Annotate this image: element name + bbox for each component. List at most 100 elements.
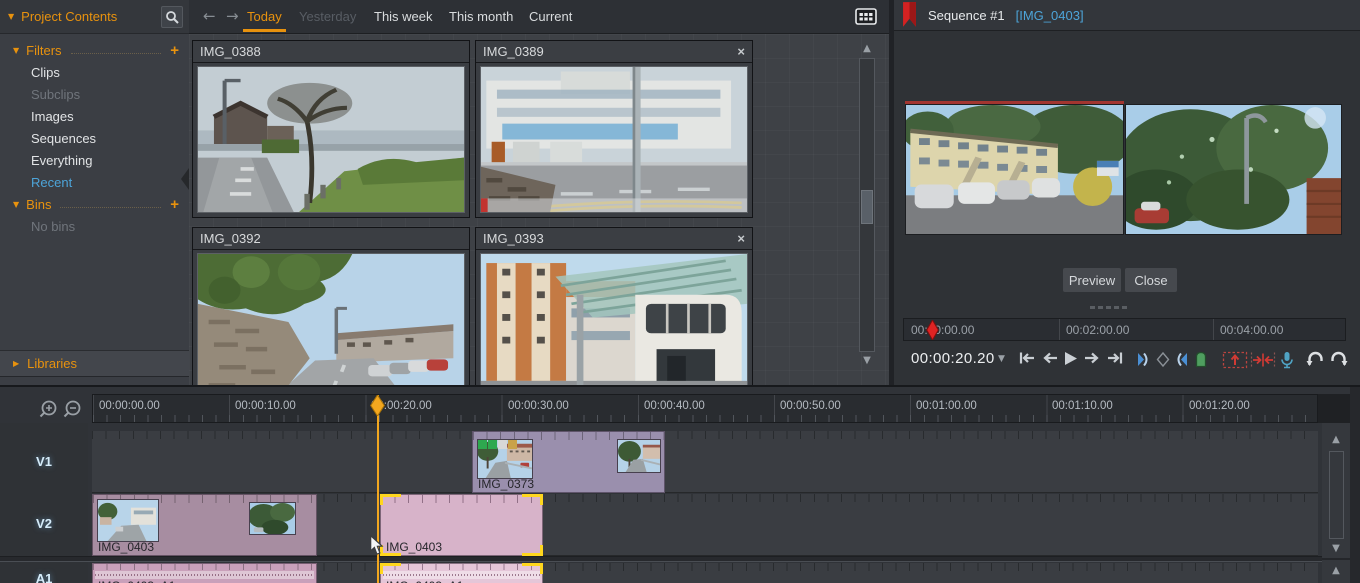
trim-bracket[interactable] bbox=[380, 494, 401, 505]
trim-bracket[interactable] bbox=[522, 545, 543, 556]
add-filter-icon[interactable]: + bbox=[170, 43, 179, 58]
trim-bracket[interactable] bbox=[380, 563, 401, 574]
trim-bracket[interactable] bbox=[522, 494, 543, 505]
sequence-subtitle[interactable]: [IMG_0403] bbox=[1016, 8, 1084, 23]
timeline-ruler[interactable]: 00:00:00.00 00:00:10.00 00:00:20.00 00:0… bbox=[92, 394, 1318, 423]
search-button[interactable] bbox=[161, 6, 183, 28]
item-label: Images bbox=[31, 109, 74, 124]
ruler-label: 00:01:10.00 bbox=[1052, 400, 1113, 412]
timeline-clip-img-0373[interactable]: IMG_0373 bbox=[472, 431, 665, 493]
sidebar-item-recent[interactable]: Recent bbox=[0, 171, 189, 193]
tab-yesterday[interactable]: Yesterday bbox=[299, 0, 356, 34]
mark-in-button[interactable] bbox=[1134, 351, 1151, 368]
preview-button[interactable]: Preview bbox=[1063, 268, 1121, 292]
nav-back-icon[interactable]: ← bbox=[203, 0, 216, 34]
sidebar-item-images[interactable]: Images bbox=[0, 105, 189, 127]
play-button[interactable] bbox=[1063, 351, 1078, 366]
sidebar-item-everything[interactable]: Everything bbox=[0, 149, 189, 171]
clip-tile-img-0393[interactable]: IMG_0393 × bbox=[475, 227, 753, 385]
remove-section-button[interactable] bbox=[1222, 351, 1248, 369]
cue-marker-button[interactable] bbox=[1194, 351, 1208, 368]
redo-button[interactable] bbox=[1329, 351, 1348, 367]
track-label-a1[interactable]: A1 bbox=[0, 571, 88, 583]
preview-frame-left[interactable] bbox=[905, 104, 1124, 235]
tab-this-month[interactable]: This month bbox=[449, 0, 513, 34]
track-label-v1[interactable]: V1 bbox=[0, 454, 88, 469]
timebar-divider bbox=[1059, 319, 1060, 340]
monitor-timebar[interactable]: 00:00:00.00 00:02:00.00 00:04:00.00 bbox=[903, 318, 1346, 341]
mark-point-button[interactable] bbox=[1155, 351, 1171, 368]
timeline-audio-clip-img-0403-a1-selected[interactable]: IMG_0403_A1 bbox=[380, 563, 543, 583]
preview-frame-right[interactable] bbox=[1125, 104, 1342, 235]
scroll-up-icon[interactable]: ▲ bbox=[1324, 564, 1348, 578]
libraries-section-header[interactable]: ▶ Libraries bbox=[0, 350, 189, 377]
clip-thumbnail bbox=[197, 253, 465, 385]
step-forward-button[interactable] bbox=[1083, 351, 1100, 365]
mark-out-button[interactable] bbox=[1174, 351, 1191, 368]
project-contents-panel: ▼ Project Contents ▼ Filters + Clips Sub… bbox=[0, 0, 189, 385]
clip-name: IMG_0388 bbox=[200, 44, 261, 59]
playhead-marker-icon[interactable] bbox=[370, 395, 385, 416]
scroll-down-icon[interactable]: ▼ bbox=[1324, 542, 1348, 556]
microphone-button[interactable] bbox=[1279, 351, 1295, 370]
track-divider bbox=[0, 556, 1350, 562]
close-gap-button[interactable] bbox=[1250, 351, 1276, 369]
clip-frame-thumbnail bbox=[617, 439, 661, 473]
scroll-down-icon[interactable]: ▼ bbox=[856, 354, 878, 368]
undo-button[interactable] bbox=[1306, 351, 1325, 367]
sidebar-item-sequences[interactable]: Sequences bbox=[0, 127, 189, 149]
bins-section-header[interactable]: ▼ Bins + bbox=[0, 193, 189, 215]
close-icon[interactable]: × bbox=[737, 45, 745, 58]
step-back-button[interactable] bbox=[1042, 351, 1059, 365]
collapsed-triangle-icon[interactable]: ▶ bbox=[13, 359, 19, 368]
scrollbar-thumb[interactable] bbox=[861, 190, 873, 224]
panel-collapse-handle[interactable] bbox=[181, 168, 189, 190]
timecode-dropdown-icon[interactable]: ▼ bbox=[998, 354, 1005, 364]
clip-label: IMG_0373 bbox=[478, 477, 534, 491]
scroll-up-icon[interactable]: ▲ bbox=[1324, 433, 1348, 447]
clip-thumbnail bbox=[480, 66, 748, 213]
expand-triangle-icon[interactable]: ▼ bbox=[13, 46, 19, 55]
clip-frame-thumbnail bbox=[249, 502, 296, 535]
trim-bracket[interactable] bbox=[522, 563, 543, 574]
zoom-in-icon[interactable] bbox=[38, 399, 58, 419]
audio-waveform bbox=[95, 571, 314, 579]
track-label-v2[interactable]: V2 bbox=[0, 516, 88, 531]
timeline-audio-clip-img-0403-a1[interactable]: IMG_0403_A1 bbox=[92, 563, 317, 583]
monitor-header: Sequence #1 [IMG_0403] bbox=[894, 0, 1360, 31]
panel-resize-handle[interactable] bbox=[1090, 306, 1127, 309]
scrollbar-thumb[interactable] bbox=[1329, 451, 1344, 539]
tab-today[interactable]: Today bbox=[247, 0, 282, 34]
clip-tile-img-0388[interactable]: IMG_0388 bbox=[192, 40, 470, 218]
clip-name: IMG_0392 bbox=[200, 231, 261, 246]
expand-triangle-icon[interactable]: ▼ bbox=[8, 12, 14, 21]
filters-section-header[interactable]: ▼ Filters + bbox=[0, 39, 189, 61]
track-lane-v1[interactable] bbox=[92, 431, 1318, 493]
clip-tile-img-0389[interactable]: IMG_0389 × bbox=[475, 40, 753, 218]
tab-current[interactable]: Current bbox=[529, 0, 572, 34]
goto-start-button[interactable] bbox=[1018, 351, 1037, 365]
close-button[interactable]: Close bbox=[1125, 268, 1177, 292]
timeline-clip-img-0403-selected[interactable]: IMG_0403 bbox=[380, 494, 543, 556]
expand-triangle-icon[interactable]: ▼ bbox=[13, 200, 19, 209]
mouse-cursor bbox=[369, 535, 384, 556]
clip-tile-img-0392[interactable]: IMG_0392 bbox=[192, 227, 470, 385]
zoom-out-icon[interactable] bbox=[62, 399, 82, 419]
timeline-clip-img-0403[interactable]: IMG_0403 bbox=[92, 494, 317, 556]
panel-title: Project Contents bbox=[21, 9, 154, 24]
clip-name: IMG_0393 bbox=[483, 231, 544, 246]
sidebar-item-clips[interactable]: Clips bbox=[0, 61, 189, 83]
nav-forward-icon[interactable]: → bbox=[226, 0, 239, 34]
sequence-bookmark-icon bbox=[902, 2, 917, 28]
clip-label: IMG_0403_A1 bbox=[98, 579, 175, 583]
close-icon[interactable]: × bbox=[737, 232, 745, 245]
current-timecode[interactable]: 00:00:20.20 bbox=[911, 350, 995, 367]
tile-view-icon[interactable] bbox=[855, 8, 877, 25]
sidebar-item-subclips[interactable]: Subclips bbox=[0, 83, 189, 105]
tab-this-week[interactable]: This week bbox=[374, 0, 433, 34]
add-bin-icon[interactable]: + bbox=[170, 197, 179, 212]
scroll-up-icon[interactable]: ▲ bbox=[856, 42, 878, 56]
position-marker-icon[interactable] bbox=[926, 320, 939, 340]
clip-frame-thumbnail bbox=[97, 499, 159, 542]
goto-end-button[interactable] bbox=[1105, 351, 1124, 365]
